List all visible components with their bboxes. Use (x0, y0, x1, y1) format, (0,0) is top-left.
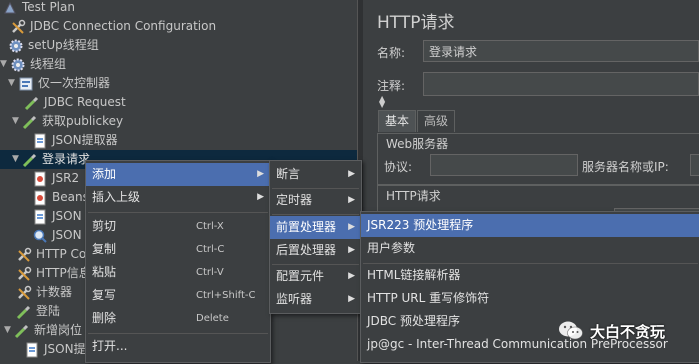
tree-item-jsr[interactable]: JSR2 (32, 169, 79, 188)
name-field[interactable]: 登录请求 (423, 40, 699, 62)
tree-item-jdbc-request[interactable]: JDBC Request (24, 93, 126, 112)
extractor-icon (32, 209, 48, 225)
menu-item-cut[interactable]: 剪切 Ctrl-X (86, 215, 270, 238)
tree-item-beans[interactable]: Beans (32, 188, 89, 207)
comment-label: 注释: (377, 79, 406, 93)
menu-separator (272, 214, 359, 215)
server-label: 服务器名称或IP: (582, 160, 669, 174)
tree-item-thread-group[interactable]: ▼ 线程组 (0, 55, 66, 74)
submenu-item-timer[interactable]: 定时器 ▶ (270, 189, 361, 212)
wrench-icon (10, 19, 26, 35)
tree-item-add-post[interactable]: ▼ 新增岗位 (4, 321, 82, 340)
menu-item-paste[interactable]: 粘贴 Ctrl-V (86, 261, 270, 284)
tree-item-jdbc-config[interactable]: JDBC Connection Configuration (10, 17, 216, 36)
tab-advanced[interactable]: 高级 (417, 110, 456, 132)
wechat-icon (558, 319, 584, 344)
context-menu: 添加 ▶ 插入上级 ▶ 剪切 Ctrl-X 复制 Ctrl-C 粘贴 Ctrl-V 复写 C… (85, 160, 271, 363)
submenu-arrow-icon: ▶ (257, 169, 264, 179)
submenu-arrow-icon: ▶ (257, 192, 264, 202)
submenu-item-postprocessor[interactable]: 后置处理器 ▶ (270, 239, 361, 262)
tree-item-login[interactable]: 登陆 (16, 302, 60, 321)
test-plan-icon (2, 0, 18, 16)
server-field[interactable] (690, 154, 699, 176)
name-label: 名称: (377, 46, 406, 60)
pipette-icon (22, 152, 38, 168)
extractor-icon (32, 133, 48, 149)
magnifier-icon (32, 228, 48, 244)
preprocessor-item-user-params[interactable]: 用户参数 (361, 237, 699, 260)
tree-item-json-extractor[interactable]: JSON提取器 (32, 131, 118, 150)
watermark: 大白不贪玩 (558, 316, 665, 346)
submenu-arrow-icon: ▶ (348, 271, 355, 281)
extractor-icon (24, 342, 40, 358)
expand-toggle-icon[interactable]: ▼ (4, 321, 14, 340)
submenu-arrow-icon: ▶ (348, 294, 355, 304)
submenu-item-listener[interactable]: 监听器 ▶ (270, 288, 361, 311)
tree-item-http-header[interactable]: HTTP信息 (16, 264, 91, 283)
wrench-icon (16, 247, 32, 263)
expand-toggle-icon[interactable]: ▼ (8, 74, 18, 93)
submenu-arrow-icon: ▶ (348, 222, 355, 232)
tree-item-get-publickey[interactable]: ▼ 获取publickey (12, 112, 123, 131)
menu-item-duplicate[interactable]: 复写 Ctrl+Shift-C (86, 284, 270, 307)
tree-item-json-extract-2[interactable]: JSON提 (24, 340, 86, 359)
preprocessor-item-url-rewriting[interactable]: HTTP URL 重写修饰符 (361, 287, 699, 310)
tree-item-http-config[interactable]: HTTP Co (16, 245, 86, 264)
expand-toggle-icon[interactable]: ▼ (12, 112, 22, 131)
protocol-field[interactable] (430, 154, 578, 176)
menu-item-add[interactable]: 添加 ▶ (86, 163, 270, 186)
watermark-text: 大白不贪玩 (590, 322, 666, 341)
comment-field[interactable] (423, 72, 699, 96)
submenu-arrow-icon: ▶ (348, 195, 355, 205)
expand-toggle-icon[interactable]: ▼ (0, 55, 10, 74)
wrench-icon (16, 285, 32, 301)
web-server-group: Web服务器 协议: 服务器名称或IP: (377, 133, 699, 185)
preprocessor-item-jsr223[interactable]: JSR223 预处理程序 (361, 214, 699, 237)
protocol-label: 协议: (384, 160, 413, 174)
tree-item-json-2[interactable]: JSON (32, 226, 82, 245)
preprocessor-item-html-link-parser[interactable]: HTML链接解析器 (361, 264, 699, 287)
menu-separator (88, 212, 268, 213)
pipette-icon (14, 323, 30, 339)
submenu-arrow-icon: ▶ (348, 169, 355, 179)
pipette-icon (24, 95, 40, 111)
controller-icon (18, 76, 34, 92)
web-server-legend: Web服务器 (386, 137, 449, 151)
gear-icon (10, 57, 26, 73)
tree-item-counter[interactable]: 计数器 (16, 283, 72, 302)
menu-item-insert-parent[interactable]: 插入上级 ▶ (86, 186, 270, 209)
submenu-add: 断言 ▶ 定时器 ▶ 前置处理器 ▶ 后置处理器 ▶ 配置元件 ▶ 监听器 ▶ (269, 160, 362, 314)
jsr-icon (32, 190, 48, 206)
tab-basic[interactable]: 基本 (378, 110, 417, 132)
collapse-arrows-icon[interactable]: ▲ ▼ (379, 95, 385, 109)
wrench-icon (16, 266, 32, 282)
gear-icon (8, 38, 24, 54)
tree-item-once-only-controller[interactable]: ▼ 仅一次控制器 (8, 74, 110, 93)
http-request-legend: HTTP请求 (386, 189, 441, 203)
menu-item-delete[interactable]: 删除 Delete (86, 307, 270, 330)
submenu-item-assertion[interactable]: 断言 ▶ (270, 163, 361, 186)
tree-item-setup-thread-group[interactable]: setUp线程组 (8, 36, 99, 55)
panel-title: HTTP请求 (377, 13, 455, 33)
submenu-arrow-icon: ▶ (348, 245, 355, 255)
menu-separator (88, 333, 268, 334)
tree-item-json-1[interactable]: JSON (32, 207, 82, 226)
tree-item-test-plan[interactable]: Test Plan (2, 0, 75, 17)
jsr-icon (32, 171, 48, 187)
pipette-icon (22, 114, 38, 130)
submenu-item-preprocessor[interactable]: 前置处理器 ▶ (270, 216, 361, 239)
menu-item-copy[interactable]: 复制 Ctrl-C (86, 238, 270, 261)
menu-item-open[interactable]: 打开... (86, 335, 270, 358)
expand-toggle-icon[interactable]: ▼ (12, 150, 22, 169)
pipette-icon (16, 304, 32, 320)
submenu-item-config-element[interactable]: 配置元件 ▶ (270, 265, 361, 288)
